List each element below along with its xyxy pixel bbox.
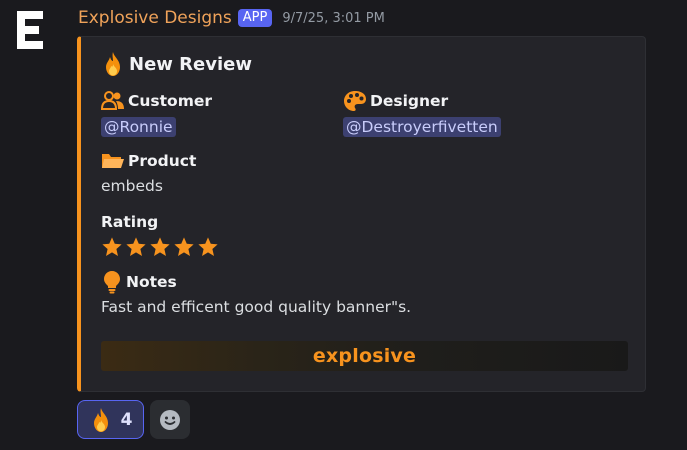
field-rating-name: Rating	[101, 213, 159, 231]
star-icon	[198, 237, 218, 256]
field-designer: Designer @Destroyerfivetten	[343, 89, 501, 137]
reactions-bar: 4	[77, 400, 190, 439]
user-icon	[101, 91, 124, 110]
field-notes-name: Notes	[101, 270, 411, 294]
star-icon	[126, 237, 146, 256]
embed-title: New Review	[101, 51, 252, 77]
embed-banner-image[interactable]: explosive	[101, 341, 628, 371]
fire-icon	[106, 52, 120, 76]
app-badge: APP	[237, 9, 273, 27]
embed-title-text: New Review	[129, 53, 252, 75]
star-icon	[174, 237, 194, 256]
field-customer: Customer @Ronnie	[101, 89, 212, 137]
reaction-count: 4	[120, 409, 133, 430]
fire-reaction-button[interactable]: 4	[77, 400, 144, 439]
customer-mention[interactable]: @Ronnie	[101, 117, 176, 137]
field-customer-value: @Ronnie	[101, 117, 212, 137]
field-notes-value: Fast and efficent good quality banner"s.	[101, 298, 412, 316]
field-product-name: Product	[101, 149, 196, 173]
palette-icon	[344, 91, 366, 111]
message-header: Explosive Designs APP 9/7/25, 3:01 PM	[78, 6, 385, 30]
lightbulb-icon	[104, 271, 120, 294]
field-customer-name: Customer	[101, 89, 212, 113]
add-reaction-button[interactable]	[150, 400, 190, 439]
field-designer-name: Designer	[343, 89, 501, 113]
field-notes: Notes Fast and efficent good quality ban…	[101, 270, 411, 316]
star-icon	[102, 237, 122, 256]
review-embed: New Review Customer @Ronnie Designer @De…	[77, 36, 646, 392]
message-timestamp[interactable]: 9/7/25, 3:01 PM	[282, 11, 385, 26]
author-name[interactable]: Explosive Designs	[78, 8, 232, 28]
field-product: Product embeds	[101, 149, 196, 195]
add-reaction-icon	[160, 409, 180, 430]
field-product-value: embeds	[101, 177, 163, 195]
field-rating: Rating	[101, 210, 219, 258]
bot-avatar[interactable]	[10, 6, 50, 54]
designer-mention[interactable]: @Destroyerfivetten	[343, 117, 501, 137]
rating-stars	[101, 236, 219, 258]
field-designer-value: @Destroyerfivetten	[343, 117, 501, 137]
folder-icon	[102, 154, 124, 168]
banner-logo-text: explosive	[312, 345, 417, 367]
explosive-logo-icon	[17, 11, 43, 49]
fire-icon	[93, 407, 108, 432]
star-icon	[150, 237, 170, 256]
